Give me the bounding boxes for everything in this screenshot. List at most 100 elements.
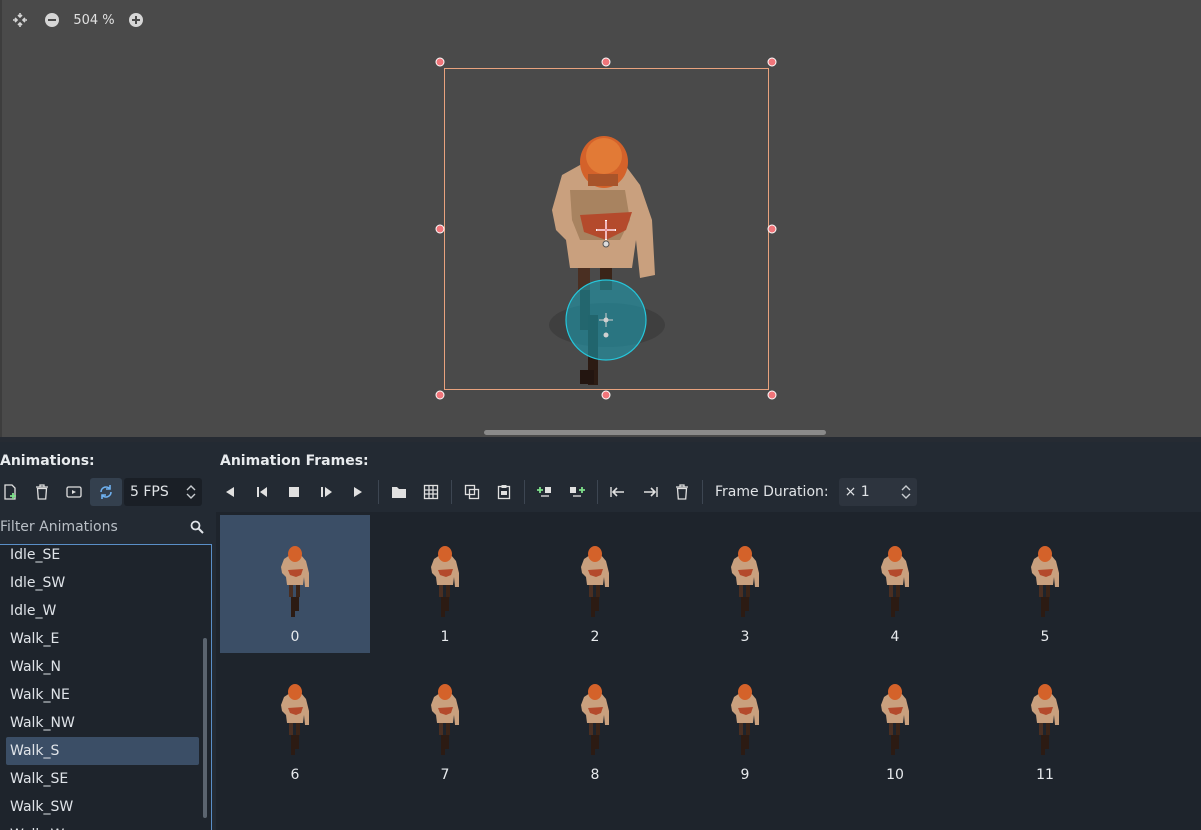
play-backwards-from-end-button[interactable]: [214, 478, 246, 506]
animation-item[interactable]: Walk_SE: [6, 765, 199, 793]
resize-handle[interactable]: [767, 224, 777, 234]
toolbar-separator: [597, 480, 598, 504]
filter-animations: [0, 513, 210, 541]
animations-toolbar: 5 FPS: [0, 478, 202, 506]
new-animation-button[interactable]: [0, 478, 26, 506]
spin-arrows-icon[interactable]: [901, 484, 911, 500]
frame-thumbnail: [281, 684, 309, 755]
frame-item[interactable]: 3: [670, 515, 820, 653]
left-ruler: [0, 0, 2, 437]
frame-index: 9: [740, 767, 750, 783]
move-frame-right-button[interactable]: [634, 478, 666, 506]
fps-spinbox[interactable]: 5 FPS: [124, 478, 202, 506]
animation-list[interactable]: Idle_SE Idle_SW Idle_W Walk_E Walk_N Walk_NE W…: [0, 544, 212, 830]
frame-item[interactable]: 2: [520, 515, 670, 653]
zoom-in-icon[interactable]: [126, 10, 146, 30]
viewport-toolbar: 504 %: [10, 10, 146, 30]
move-frame-left-button[interactable]: [602, 478, 634, 506]
toolbar-separator: [524, 480, 525, 504]
animation-item[interactable]: Walk_NW: [6, 709, 199, 737]
resize-handle[interactable]: [767, 390, 777, 400]
frame-item[interactable]: 11: [970, 653, 1120, 791]
spin-arrows-icon[interactable]: [186, 484, 196, 500]
loop-toggle-icon[interactable]: [90, 478, 122, 506]
animation-item[interactable]: Idle_SW: [6, 569, 199, 597]
frame-thumbnail: [581, 684, 609, 755]
frame-index: 6: [290, 767, 300, 783]
frame-duration-value: × 1: [844, 484, 870, 500]
frame-thumbnail: [1031, 684, 1059, 755]
resize-handle[interactable]: [767, 57, 777, 67]
frame-duration-label: Frame Duration:: [715, 484, 829, 500]
frame-thumbnail: [881, 684, 909, 755]
play-button[interactable]: [342, 478, 374, 506]
play-backwards-button[interactable]: [246, 478, 278, 506]
delete-frame-button[interactable]: [666, 478, 698, 506]
list-scrollbar[interactable]: [203, 638, 207, 818]
frame-item[interactable]: 0: [220, 515, 370, 653]
frame-item[interactable]: 10: [820, 653, 970, 791]
toolbar-separator: [378, 480, 379, 504]
resize-handle[interactable]: [601, 390, 611, 400]
load-from-file-button[interactable]: [383, 478, 415, 506]
animation-item[interactable]: Walk_N: [6, 653, 199, 681]
fps-value: 5 FPS: [130, 484, 169, 500]
resize-handle[interactable]: [435, 57, 445, 67]
play-from-start-button[interactable]: [310, 478, 342, 506]
frame-item[interactable]: 9: [670, 653, 820, 791]
frame-item[interactable]: 6: [220, 653, 370, 791]
animation-item[interactable]: Walk_SW: [6, 793, 199, 821]
paste-frame-button[interactable]: [488, 478, 520, 506]
frame-thumbnail: [881, 546, 909, 617]
animation-item[interactable]: Idle_W: [6, 597, 199, 625]
animation-item[interactable]: Idle_SE: [6, 545, 199, 569]
copy-frame-button[interactable]: [456, 478, 488, 506]
autoplay-on-load-button[interactable]: [58, 478, 90, 506]
sprite-bounding-box[interactable]: [444, 68, 769, 390]
toolbar-separator: [702, 480, 703, 504]
frame-item[interactable]: 7: [370, 653, 520, 791]
frame-thumbnail: [731, 546, 759, 617]
resize-handle[interactable]: [435, 390, 445, 400]
frame-index: 5: [1040, 629, 1050, 645]
add-from-sprite-sheet-button[interactable]: [415, 478, 447, 506]
frame-item[interactable]: 4: [820, 515, 970, 653]
filter-animations-input[interactable]: [0, 515, 185, 539]
animation-item[interactable]: Walk_W: [6, 821, 199, 830]
frame-index: 2: [590, 629, 600, 645]
canvas-viewport[interactable]: 504 %: [0, 0, 1201, 437]
frame-item[interactable]: 1: [370, 515, 520, 653]
frame-duration-spinbox[interactable]: × 1: [838, 478, 917, 506]
animation-item[interactable]: Walk_NE: [6, 681, 199, 709]
animation-frames-title: Animation Frames:: [220, 453, 369, 469]
center-view-icon[interactable]: [10, 10, 30, 30]
horizontal-scrollbar[interactable]: [484, 430, 826, 435]
frame-index: 4: [890, 629, 900, 645]
frame-thumbnail: [281, 546, 309, 617]
frame-thumbnail: [731, 684, 759, 755]
frame-thumbnail: [431, 546, 459, 617]
animation-item[interactable]: Walk_S: [6, 737, 199, 765]
insert-empty-after-button[interactable]: [561, 478, 593, 506]
resize-handle[interactable]: [601, 57, 611, 67]
animations-title: Animations:: [0, 453, 95, 469]
stop-button[interactable]: [278, 478, 310, 506]
resize-handle[interactable]: [435, 224, 445, 234]
frames-grid: 0 1 2 3 4 5 6 7 8 9 10 11: [216, 512, 1201, 830]
frame-index: 1: [440, 629, 450, 645]
frame-index: 10: [886, 767, 904, 783]
frame-index: 3: [740, 629, 750, 645]
frame-index: 0: [290, 629, 300, 645]
frame-item[interactable]: 8: [520, 653, 670, 791]
frame-thumbnail: [1031, 546, 1059, 617]
frame-thumbnail: [581, 546, 609, 617]
search-icon: [190, 520, 204, 534]
frame-index: 8: [590, 767, 600, 783]
toolbar-separator: [451, 480, 452, 504]
zoom-level[interactable]: 504 %: [62, 13, 126, 28]
frame-item[interactable]: 5: [970, 515, 1120, 653]
delete-animation-button[interactable]: [26, 478, 58, 506]
zoom-out-icon[interactable]: [42, 10, 62, 30]
insert-empty-before-button[interactable]: [529, 478, 561, 506]
animation-item[interactable]: Walk_E: [6, 625, 199, 653]
